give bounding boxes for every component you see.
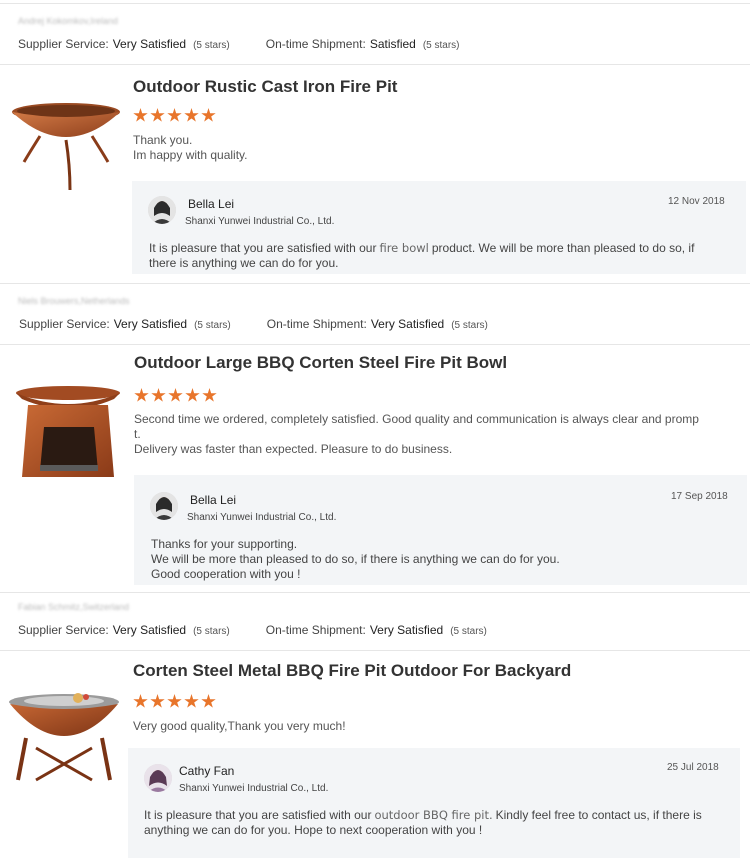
reply-author: Cathy Fan	[179, 764, 235, 778]
star-icon	[185, 388, 200, 402]
reply-author: Bella Lei	[190, 493, 237, 507]
supplier-service-value: Very Satisfied	[113, 317, 188, 331]
shipment-value: Very Satisfied	[369, 623, 444, 637]
shipment-label: On-time Shipment:	[266, 317, 367, 331]
star-icon	[184, 108, 199, 122]
star-icon	[151, 388, 166, 402]
comment-line: Thank you.	[133, 133, 193, 147]
reply-author: Bella Lei	[188, 197, 235, 211]
product-title[interactable]: Outdoor Rustic Cast Iron Fire Pit	[133, 77, 397, 97]
rating-row: Supplier Service: Very Satisfied (5 star…	[19, 317, 488, 331]
review-comment: Very good quality,Thank you very much!	[133, 719, 346, 734]
shipment-value: Satisfied	[369, 37, 416, 51]
divider	[0, 650, 750, 651]
supplier-service-stars: (5 stars)	[193, 626, 230, 637]
divider	[0, 592, 750, 593]
divider	[0, 64, 750, 65]
supplier-reply: Bella Lei Shanxi Yunwei Industrial Co., …	[134, 475, 747, 585]
avatar	[144, 764, 172, 792]
star-rating	[134, 388, 217, 403]
star-icon	[202, 388, 217, 402]
rating-row: Supplier Service: Very Satisfied (5 star…	[18, 623, 487, 637]
reply-company: Shanxi Yunwei Industrial Co., Ltd.	[179, 783, 329, 794]
star-icon	[150, 694, 165, 708]
divider	[0, 344, 750, 345]
star-icon	[201, 694, 216, 708]
supplier-service-label: Supplier Service:	[18, 623, 109, 637]
star-icon	[201, 108, 216, 122]
reply-company: Shanxi Yunwei Industrial Co., Ltd.	[187, 512, 337, 523]
supplier-service-stars: (5 stars)	[193, 40, 230, 51]
shipment-label: On-time Shipment:	[265, 37, 366, 51]
reply-text: It is pleasure that you are satisfied wi…	[144, 808, 702, 837]
star-rating	[133, 694, 216, 709]
shipment-label: On-time Shipment:	[265, 623, 366, 637]
star-icon	[134, 388, 149, 402]
divider	[0, 283, 750, 284]
reply-text: It is pleasure that you are satisfied wi…	[149, 241, 695, 270]
supplier-reply: Bella Lei Shanxi Yunwei Industrial Co., …	[132, 181, 746, 274]
comment-line: Delivery was faster than expected. Pleas…	[134, 442, 453, 456]
reviewer-name: Andrej Kokomkov,Ireland	[18, 16, 118, 26]
divider	[0, 3, 750, 4]
rating-row: Supplier Service: Very Satisfied (5 star…	[18, 37, 460, 51]
star-icon	[133, 108, 148, 122]
product-image-bbq-bowl[interactable]	[14, 385, 122, 481]
product-image-bbq-fire-pit[interactable]	[6, 688, 122, 784]
reply-text: Thanks for your supporting. We will be m…	[151, 537, 560, 581]
keyword-link[interactable]: outdoor BBQ fire pit.	[374, 808, 492, 822]
reply-date: 25 Jul 2018	[667, 762, 719, 773]
shipment-stars: (5 stars)	[422, 40, 460, 51]
reply-company: Shanxi Yunwei Industrial Co., Ltd.	[185, 216, 335, 227]
star-icon	[133, 694, 148, 708]
star-icon	[167, 108, 182, 122]
product-title[interactable]: Outdoor Large BBQ Corten Steel Fire Pit …	[134, 353, 507, 373]
comment-line: t.	[134, 427, 141, 441]
comment-line: Second time we ordered, completely satis…	[134, 412, 699, 426]
product-title[interactable]: Corten Steel Metal BBQ Fire Pit Outdoor …	[133, 661, 571, 681]
keyword-link[interactable]: fire bowl	[379, 241, 428, 255]
product-image-fire-bowl[interactable]	[10, 100, 122, 192]
review-comment: Second time we ordered, completely satis…	[134, 412, 724, 457]
avatar	[148, 196, 176, 224]
star-icon	[167, 694, 182, 708]
star-icon	[150, 108, 165, 122]
comment-line: Very good quality,Thank you very much!	[133, 719, 346, 733]
star-icon	[168, 388, 183, 402]
review-comment: Thank you. Im happy with quality.	[133, 133, 248, 163]
supplier-service-value: Very Satisfied	[112, 37, 187, 51]
reply-date: 17 Sep 2018	[671, 491, 728, 502]
reply-date: 12 Nov 2018	[668, 196, 725, 207]
supplier-service-label: Supplier Service:	[19, 317, 110, 331]
star-icon	[184, 694, 199, 708]
reviewer-name: Fabian Schmitz,Switzerland	[18, 602, 130, 612]
comment-line: Im happy with quality.	[133, 148, 248, 162]
star-rating	[133, 108, 216, 123]
supplier-reply: Cathy Fan Shanxi Yunwei Industrial Co., …	[128, 748, 740, 858]
avatar	[150, 492, 178, 520]
supplier-service-stars: (5 stars)	[194, 320, 231, 331]
supplier-service-label: Supplier Service:	[18, 37, 109, 51]
shipment-stars: (5 stars)	[451, 320, 488, 331]
reviewer-name: Niels Brouwers,Netherlands	[18, 296, 130, 306]
shipment-stars: (5 stars)	[450, 626, 487, 637]
shipment-value: Very Satisfied	[370, 317, 445, 331]
supplier-service-value: Very Satisfied	[112, 623, 187, 637]
